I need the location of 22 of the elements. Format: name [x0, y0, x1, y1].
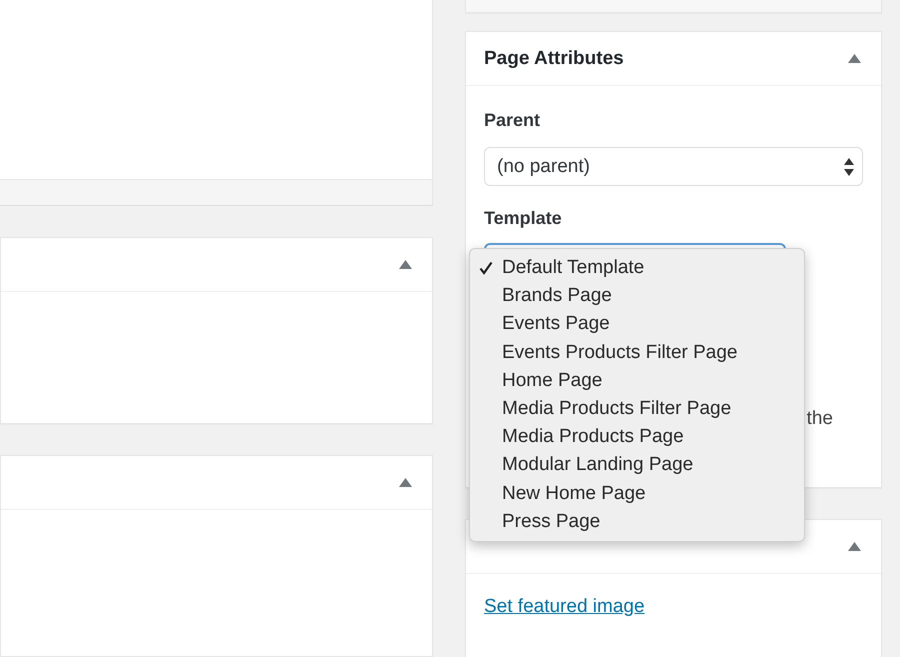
- set-featured-image-link[interactable]: Set featured image: [484, 596, 645, 617]
- menu-item[interactable]: Brands Page: [470, 282, 804, 310]
- caret-up-icon[interactable]: [848, 542, 861, 551]
- menu-item[interactable]: Modular Landing Page: [470, 451, 804, 480]
- parent-label: Parent: [484, 110, 542, 131]
- caret-up-icon[interactable]: [399, 260, 412, 269]
- menu-item[interactable]: Events Page: [470, 310, 804, 339]
- menu-item[interactable]: Home Page: [470, 366, 804, 395]
- menu-item[interactable]: Events Products Filter Page: [470, 338, 804, 367]
- panel-title: Page Attributes: [484, 48, 624, 70]
- caret-up-icon[interactable]: [848, 54, 861, 63]
- menu-item[interactable]: Media Products Filter Page: [470, 394, 804, 424]
- checkmark-icon: [479, 261, 493, 275]
- description-text: the: [806, 408, 833, 431]
- menu-item[interactable]: Media Products Page: [470, 423, 804, 452]
- select-arrows-icon: [844, 158, 854, 176]
- menu-item[interactable]: Default Template: [470, 254, 804, 282]
- menu-item[interactable]: New Home Page: [470, 480, 804, 508]
- template-label: Template: [484, 208, 563, 229]
- parent-select[interactable]: (no parent): [484, 147, 863, 186]
- menu-item[interactable]: Press Page: [470, 508, 804, 536]
- caret-up-icon[interactable]: [399, 478, 412, 487]
